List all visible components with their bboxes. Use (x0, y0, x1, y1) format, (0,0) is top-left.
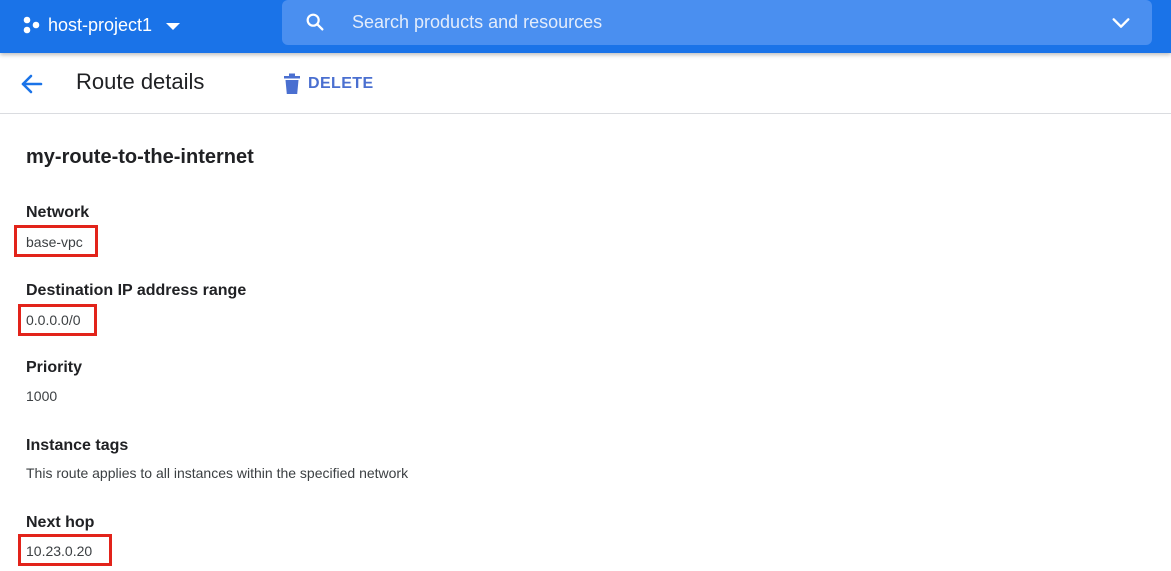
project-selector[interactable]: host-project1 (22, 10, 181, 40)
page-title: Route details (76, 69, 205, 94)
next-hop-label: Next hop (26, 514, 95, 531)
back-arrow-icon[interactable] (18, 70, 46, 98)
caret-down-icon (166, 22, 181, 30)
priority-value: 1000 (26, 388, 58, 404)
destination-range-highlight-box (18, 304, 97, 336)
destination-range-label: Destination IP address range (26, 282, 247, 299)
trash-icon (284, 73, 300, 94)
delete-button[interactable]: DELETE (282, 70, 374, 98)
priority-label: Priority (26, 359, 83, 376)
next-hop-highlight-box (18, 534, 112, 566)
project-name: host-project1 (48, 14, 153, 35)
delete-label: DELETE (308, 75, 374, 92)
search-icon (306, 13, 324, 31)
search-bar[interactable] (282, 0, 1152, 45)
instance-tags-label: Instance tags (26, 437, 129, 454)
project-hexagon-icon (23, 16, 40, 34)
search-input[interactable] (352, 0, 1092, 45)
chevron-down-icon[interactable] (1110, 12, 1132, 34)
page-header: Route details DELETE (0, 53, 1171, 114)
instance-tags-value: This route applies to all instances with… (26, 465, 409, 481)
network-highlight-box (14, 225, 98, 257)
network-label: Network (26, 204, 90, 221)
route-name: my-route-to-the-internet (26, 146, 254, 168)
top-app-bar: host-project1 (0, 0, 1171, 53)
